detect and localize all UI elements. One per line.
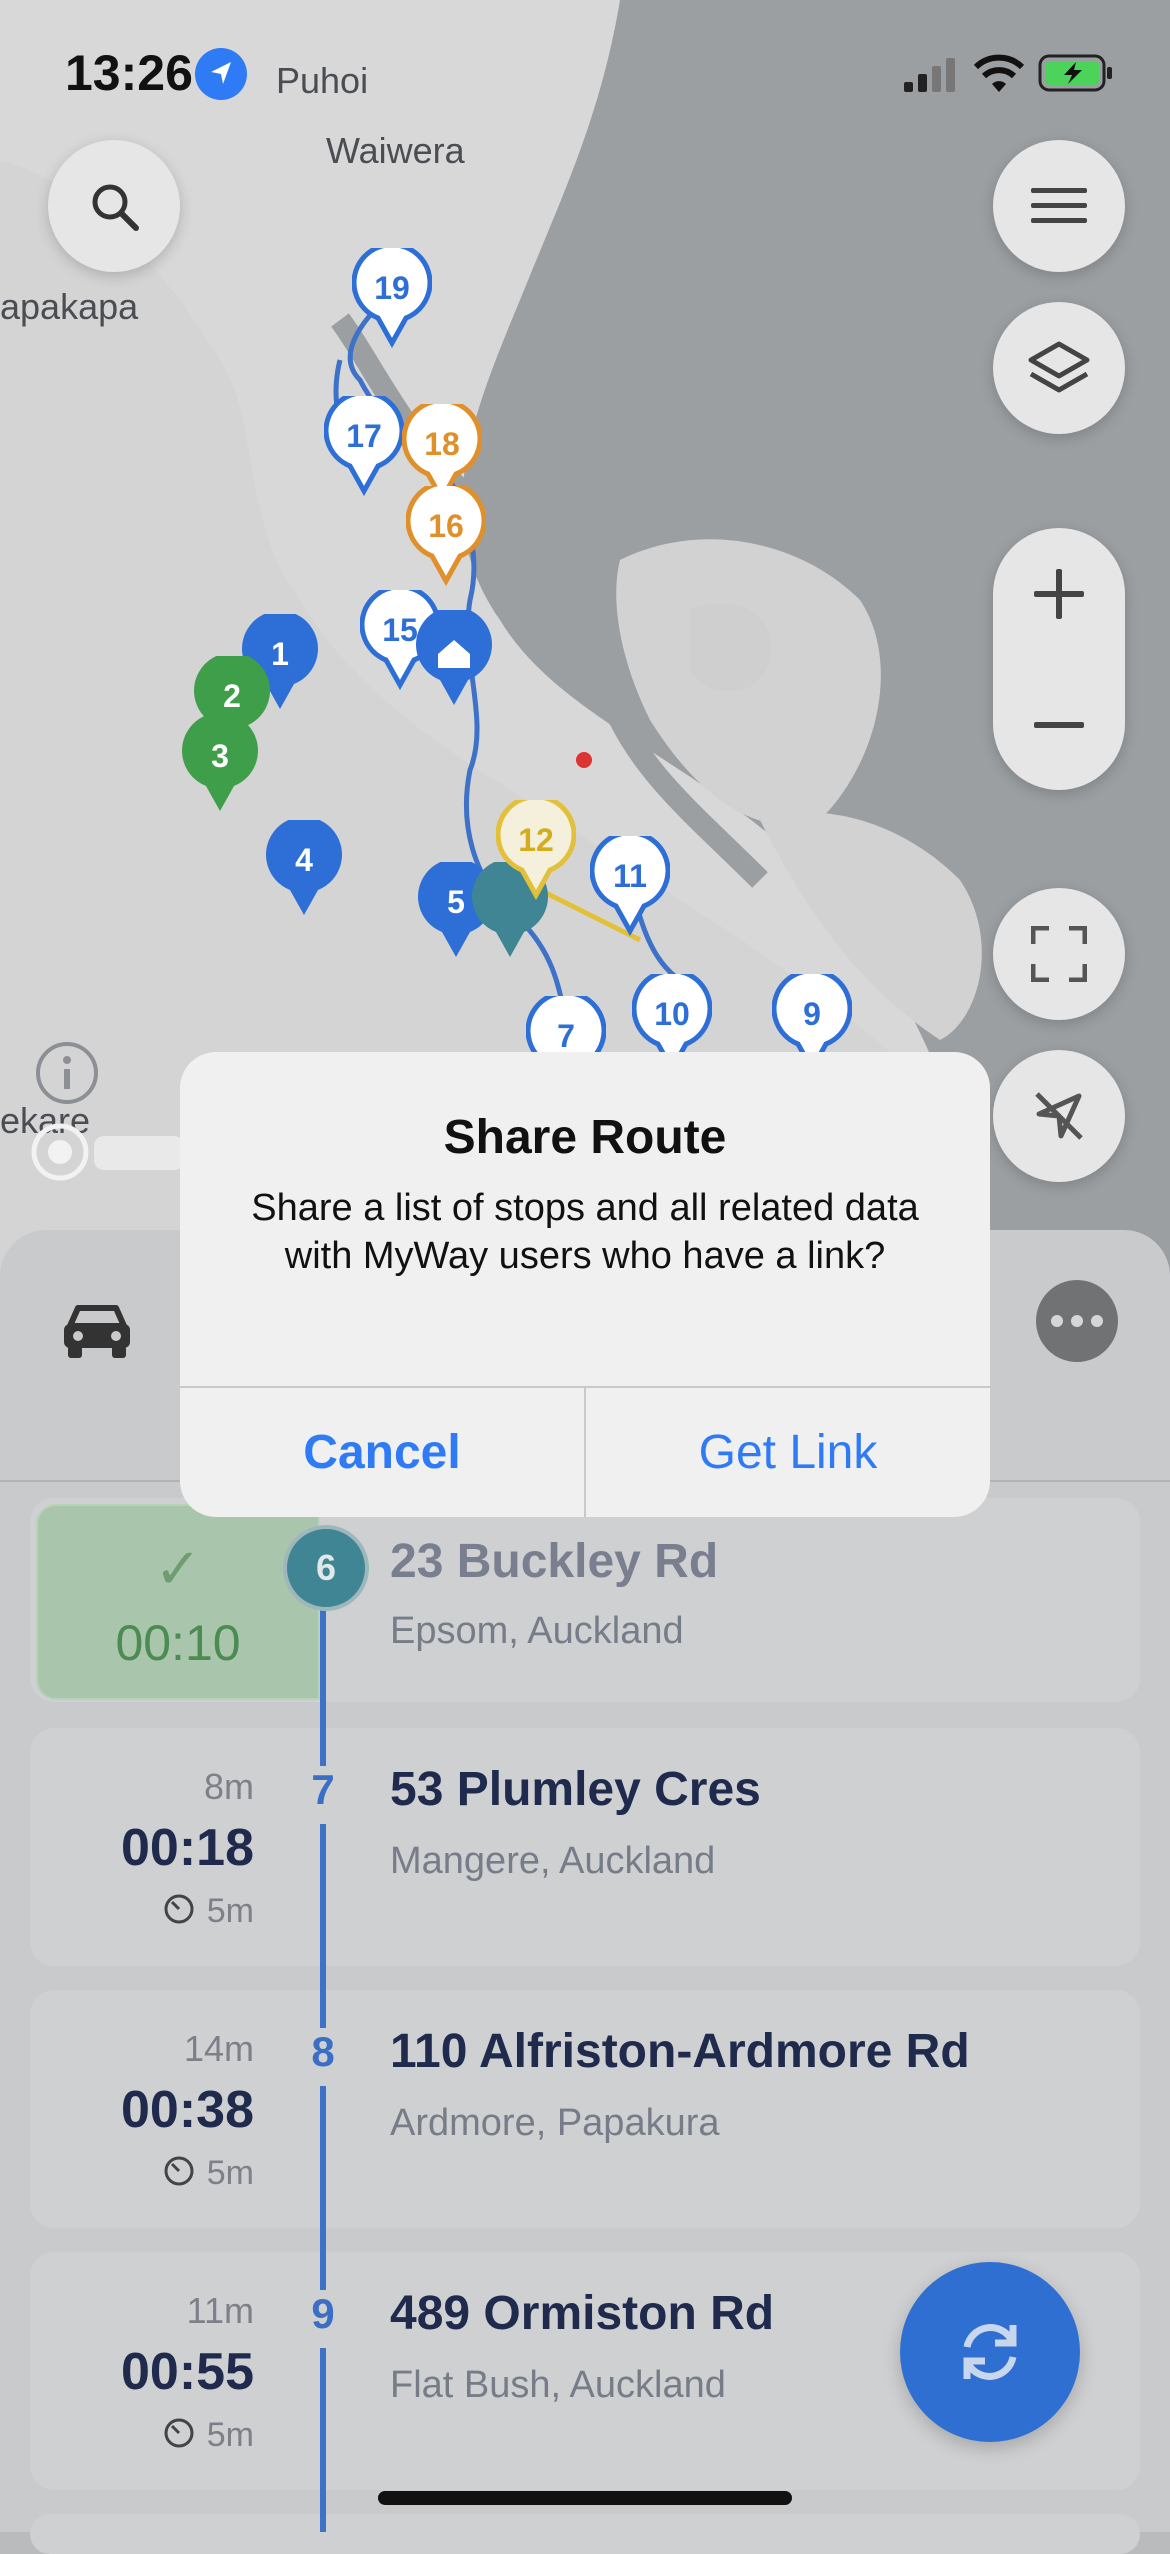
map-marker[interactable]: 19 [351,242,433,353]
location-arrow-icon [195,48,247,100]
timer-icon [163,1893,195,1934]
map-marker[interactable]: 11 [589,830,671,941]
more-icon [1051,1315,1063,1327]
timer-icon [163,2155,195,2196]
map-place-label: apakapa [0,286,139,327]
location-off-icon [1035,1092,1083,1140]
dialog-title: Share Route [443,1111,727,1164]
stop-eta: 00:38 [121,2081,254,2139]
map-attribution-logo [28,1122,188,1187]
map-marker[interactable]: 16 [405,480,487,591]
location-button[interactable] [993,1050,1125,1182]
map-marker[interactable]: 3 [180,712,260,821]
battery-icon [1038,54,1114,99]
timer-icon [163,2417,195,2458]
fullscreen-button[interactable] [993,888,1125,1020]
home-marker[interactable] [414,606,494,715]
stop-eta: 00:18 [121,1819,254,1877]
stop-number: 6 [283,1525,369,1611]
service-time: 5m [0,2416,254,2458]
service-time: 5m [0,1892,254,1934]
map-marker[interactable]: 17 [323,390,405,501]
info-icon[interactable] [34,1040,100,1111]
stop-area: Ardmore, Papakura [390,2102,720,2144]
drive-time: 11m [186,2290,254,2331]
zoom-out-icon [1034,721,1084,728]
zoom-out-button[interactable] [993,659,1125,790]
stop-eta: 00:55 [121,2343,254,2401]
map-marker[interactable]: 12 [495,794,577,905]
cancel-button[interactable]: Cancel [180,1388,584,1517]
stop-area: Mangere, Auckland [390,1840,716,1882]
menu-button[interactable] [993,140,1125,272]
zoom-in-button[interactable] [993,528,1125,659]
dialog-message: Share a list of stops and all related da… [251,1187,919,1277]
status-bar: 13:26 [0,0,1170,150]
stop-address: 110 Alfriston-Ardmore Rd [390,2025,970,2078]
menu-icon [1031,188,1087,223]
drive-time: 14m [183,2028,254,2069]
service-time: 5m [0,2154,254,2196]
stop-eta: 00:10 [115,1615,241,1671]
layers-button[interactable] [993,302,1125,434]
stop-address: 23 Buckley Rd [390,1535,719,1588]
completed-stop-box: ✓ 00:10 [36,1504,320,1700]
stop-number: 8 [300,2028,346,2086]
cellular-signal-icon [904,58,960,99]
check-icon: ✓ [154,1537,202,1600]
stop-number: 9 [300,2290,346,2348]
wifi-icon [973,54,1025,99]
stop-number: 7 [300,1766,346,1824]
fullscreen-icon [1031,926,1087,982]
layers-icon [1028,341,1090,393]
stop-area: Flat Bush, Auckland [390,2364,726,2406]
zoom-in-icon [1034,568,1084,619]
stop-card[interactable] [30,2514,1140,2554]
map-marker[interactable]: 4 [264,816,344,925]
stop-address: 489 Ormiston Rd [390,2287,775,2340]
search-button[interactable] [48,140,180,272]
refresh-icon [963,2324,1017,2380]
get-link-button[interactable]: Get Link [586,1388,990,1517]
stop-address: 53 Plumley Cres [390,1763,761,1816]
search-icon [92,184,139,231]
drive-time: 8m [203,1766,254,1807]
refresh-button[interactable] [900,2262,1080,2442]
stop-area: Epsom, Auckland [390,1610,684,1652]
share-route-dialog: Share Route Share a list of stops and al… [180,1052,990,1517]
zoom-control [993,528,1125,790]
home-indicator[interactable] [378,2491,792,2505]
status-time: 13:26 [65,45,193,101]
car-icon[interactable] [60,1300,134,1367]
more-options-button[interactable] [1036,1280,1118,1362]
